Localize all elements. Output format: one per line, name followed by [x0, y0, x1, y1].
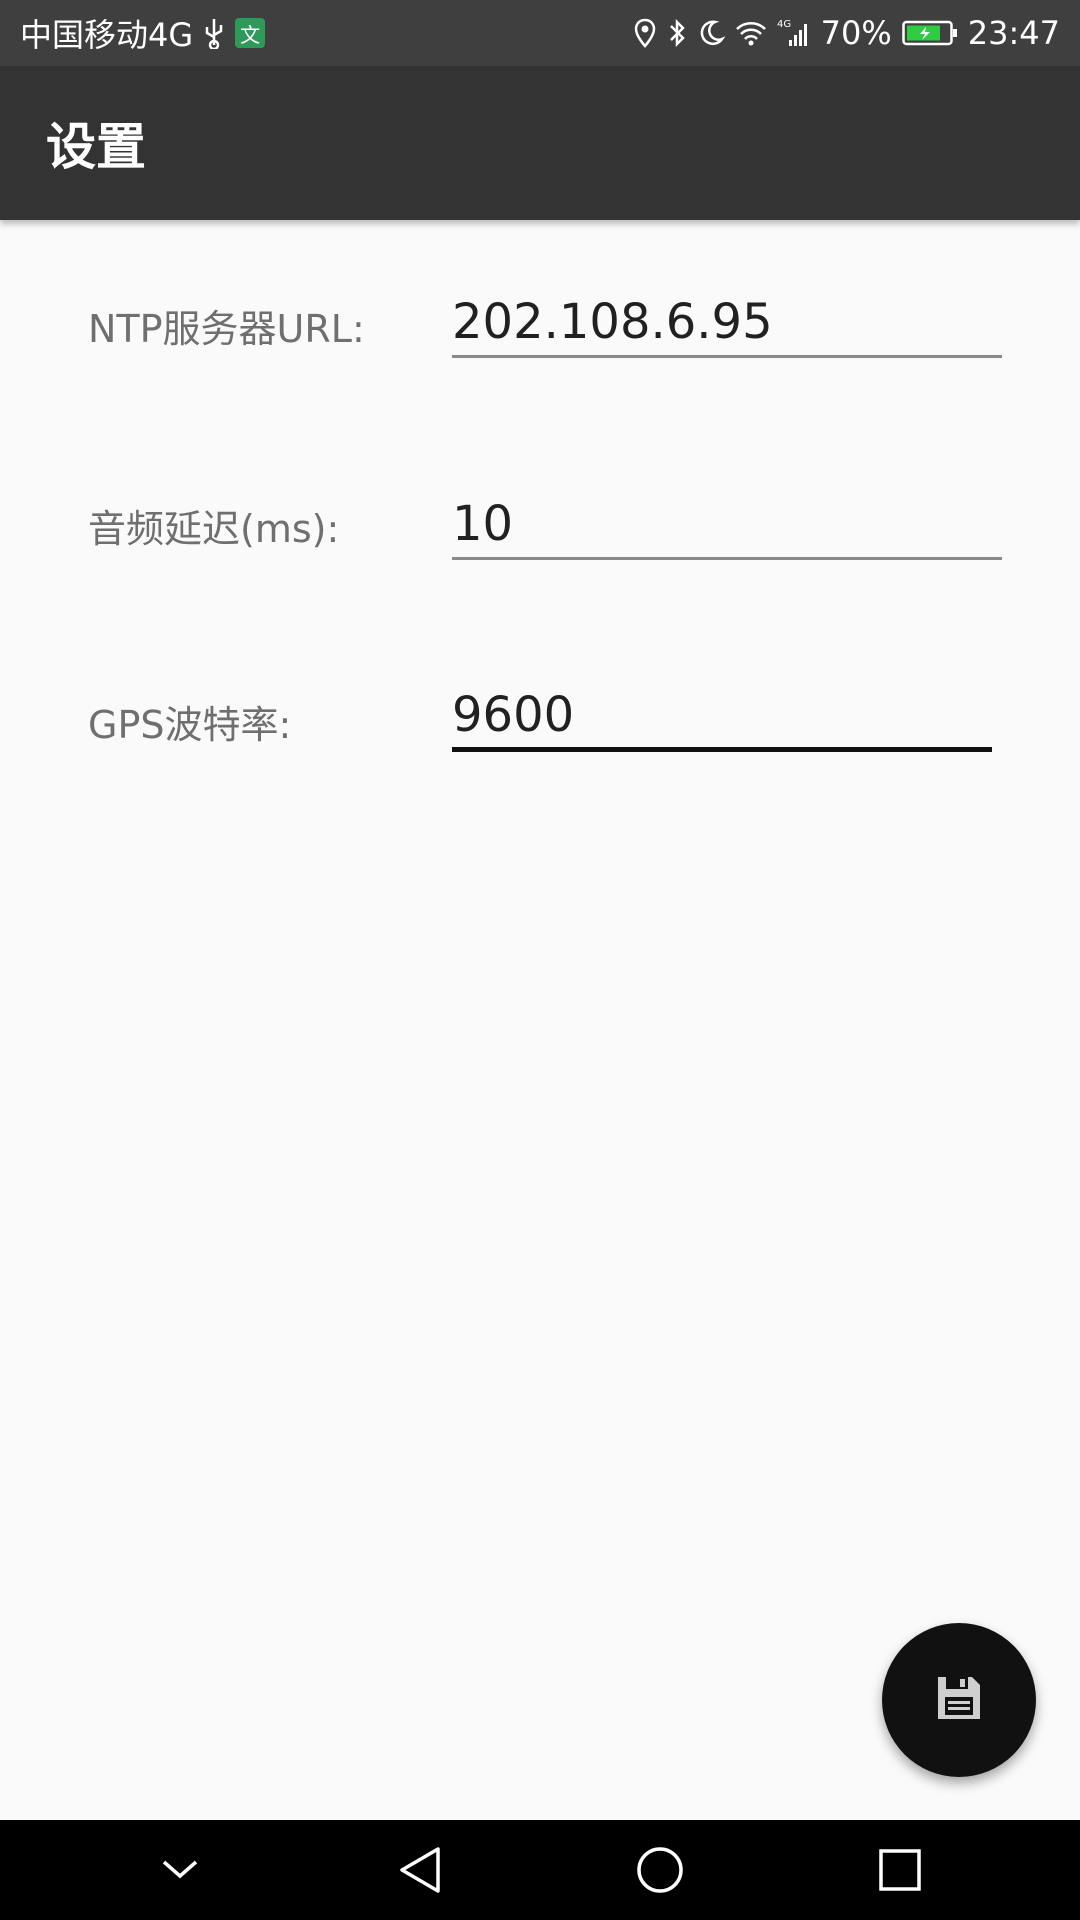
- clock: 23:47: [967, 14, 1060, 52]
- navigation-bar: [0, 1820, 1080, 1920]
- ntp-label: NTP服务器URL:: [88, 307, 365, 351]
- gps-baud-row: GPS波特率:: [0, 682, 1080, 814]
- app-badge: 文: [235, 18, 266, 48]
- wifi-icon: [735, 20, 767, 46]
- location-icon: [633, 18, 657, 48]
- recents-icon[interactable]: [855, 1825, 945, 1915]
- ntp-server-input[interactable]: [452, 288, 1002, 358]
- gps-baud-label: GPS波特率:: [88, 703, 292, 747]
- home-icon[interactable]: [615, 1825, 705, 1915]
- save-button[interactable]: [882, 1623, 1036, 1777]
- signal-icon: 4G: [777, 18, 811, 48]
- bluetooth-icon: [667, 18, 687, 48]
- battery-percent: 70%: [820, 14, 892, 52]
- usb-icon: [203, 17, 225, 49]
- svg-text:4G: 4G: [777, 19, 791, 30]
- carrier-label: 中国移动4G: [20, 16, 194, 54]
- status-bar-left: 中国移动4G 文: [20, 10, 266, 56]
- audio-delay-row: 音频延迟(ms):: [0, 490, 1080, 618]
- gps-baud-input[interactable]: [452, 682, 992, 752]
- audio-delay-input[interactable]: [452, 490, 1002, 560]
- moon-icon: [697, 19, 725, 47]
- status-bar-right: 4G 70% 23:47: [633, 14, 1060, 52]
- battery-icon: [902, 19, 958, 47]
- app-toolbar: 设置: [0, 66, 1080, 220]
- chevron-down-icon[interactable]: [135, 1825, 225, 1915]
- ntp-row: NTP服务器URL:: [0, 288, 1080, 418]
- status-bar: 中国移动4G 文 4G 70% 23:47: [0, 0, 1080, 66]
- back-icon[interactable]: [375, 1825, 465, 1915]
- audio-delay-label: 音频延迟(ms):: [88, 507, 340, 551]
- save-icon: [934, 1673, 984, 1727]
- page-title: 设置: [46, 118, 146, 176]
